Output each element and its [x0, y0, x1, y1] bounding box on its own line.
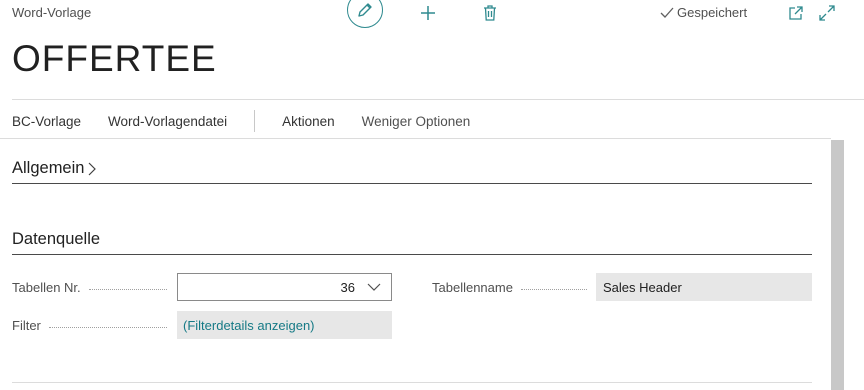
aktionen-action[interactable]: Aktionen: [282, 114, 335, 129]
allgemein-section-underline: [12, 183, 812, 184]
allgemein-section-title: Allgemein: [12, 159, 85, 177]
label-dots: [520, 289, 587, 290]
trash-icon: [484, 5, 496, 21]
chevron-right-icon: [89, 162, 97, 175]
expand-icon: [819, 5, 835, 21]
vertical-scrollbar[interactable]: [831, 140, 844, 390]
bottom-divider: [12, 382, 812, 383]
tabellen-nr-label: Tabellen Nr.: [12, 280, 81, 295]
open-new-window-button[interactable]: [787, 4, 805, 22]
new-button[interactable]: [418, 3, 438, 23]
page-type-label: Word-Vorlage: [12, 5, 92, 20]
action-bar-separator: [254, 110, 256, 132]
plus-icon: [421, 6, 435, 20]
bc-vorlage-action[interactable]: BC-Vorlage: [12, 114, 81, 129]
delete-button[interactable]: [480, 3, 500, 23]
label-dots: [88, 289, 167, 290]
chevron-down-icon: [367, 283, 381, 291]
filter-label: Filter: [12, 318, 41, 333]
open-new-window-icon: [789, 6, 803, 20]
saved-status: Gespeichert: [660, 5, 747, 20]
tabellenname-value: Sales Header: [603, 279, 682, 295]
tabellen-nr-field-label: Tabellen Nr.: [12, 280, 175, 295]
saved-status-text: Gespeichert: [677, 5, 748, 20]
action-bar: BC-Vorlage Word-Vorlagendatei Aktionen W…: [12, 110, 497, 132]
label-dots: [48, 327, 167, 328]
tabellenname-field: Sales Header: [596, 273, 812, 301]
tabellen-nr-select[interactable]: 36: [177, 273, 392, 301]
tabellenname-label: Tabellenname: [432, 280, 513, 295]
filter-field-label: Filter: [12, 318, 175, 333]
expand-button[interactable]: [818, 4, 836, 22]
datenquelle-section-title: Datenquelle: [12, 230, 101, 248]
tabellen-nr-value: 36: [340, 279, 355, 295]
filter-field[interactable]: (Filterdetails anzeigen): [177, 311, 392, 339]
checkmark-icon: [660, 7, 674, 18]
weniger-optionen-action[interactable]: Weniger Optionen: [362, 114, 471, 129]
filter-details-link[interactable]: (Filterdetails anzeigen): [183, 318, 315, 333]
header-divider: [12, 99, 864, 100]
page-title: OFFERTEE: [12, 38, 217, 79]
word-vorlagendatei-action[interactable]: Word-Vorlagendatei: [108, 114, 227, 129]
edit-button[interactable]: [347, 0, 383, 28]
action-bar-divider: [0, 138, 831, 139]
tabellenname-field-label: Tabellenname: [432, 280, 595, 295]
datenquelle-section-underline: [12, 254, 812, 255]
allgemein-section-header[interactable]: Allgemein: [12, 159, 97, 178]
pencil-icon: [358, 3, 372, 17]
